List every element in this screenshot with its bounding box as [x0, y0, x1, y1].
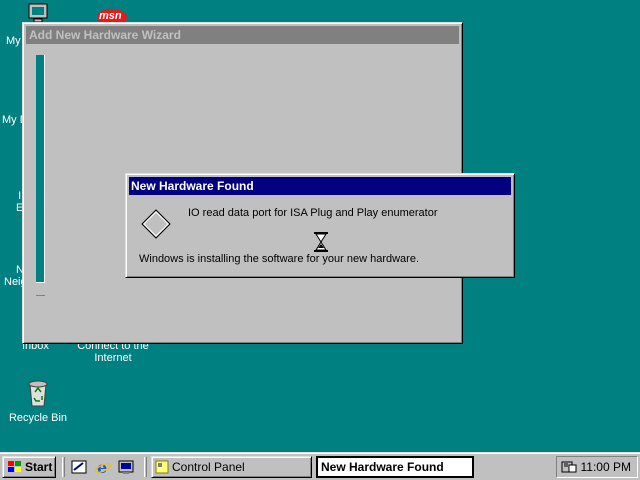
- channels-icon[interactable]: [117, 458, 135, 476]
- window-title[interactable]: Add New Hardware Wizard: [26, 26, 459, 44]
- show-desktop-icon[interactable]: [70, 458, 88, 476]
- hardware-tray-icon[interactable]: [561, 460, 577, 474]
- msn-label: msn: [99, 10, 122, 22]
- task-new-hardware-found[interactable]: New Hardware Found: [316, 456, 474, 478]
- windows-logo-icon: [8, 461, 21, 472]
- clock[interactable]: 11:00 PM: [581, 457, 631, 477]
- system-tray: 11:00 PM: [556, 456, 638, 478]
- toolbar-grip[interactable]: [62, 457, 65, 477]
- new-hardware-found-dialog[interactable]: New Hardware Found IO read data port for…: [125, 173, 515, 278]
- desktop-icon-recycle-bin[interactable]: Recycle Bin: [6, 376, 70, 424]
- device-name: IO read data port for ISA Plug and Play …: [188, 207, 438, 219]
- desktop-icon-label: Internet: [94, 352, 132, 364]
- taskbar: Start e Control Panel New Hardware Found…: [0, 452, 640, 480]
- toolbar-grip[interactable]: [144, 457, 147, 477]
- task-label: New Hardware Found: [321, 460, 444, 474]
- wizard-sidebar-graphic: [36, 55, 45, 283]
- start-button[interactable]: Start: [2, 456, 56, 478]
- internet-explorer-icon[interactable]: e: [94, 458, 112, 476]
- control-panel-icon: [155, 460, 169, 474]
- hourglass-cursor-icon: [314, 232, 328, 252]
- task-label: Control Panel: [172, 460, 245, 474]
- status-text: Windows is installing the software for y…: [139, 253, 420, 265]
- computer-icon: [28, 3, 48, 23]
- device-icon: [141, 209, 171, 239]
- desktop-icon-label: Recycle Bin: [8, 412, 68, 424]
- start-label: Start: [25, 460, 53, 474]
- task-control-panel[interactable]: Control Panel: [151, 456, 312, 478]
- dialog-title[interactable]: New Hardware Found: [129, 177, 511, 195]
- recycle-bin-icon: [28, 380, 48, 407]
- wizard-divider: [36, 295, 45, 296]
